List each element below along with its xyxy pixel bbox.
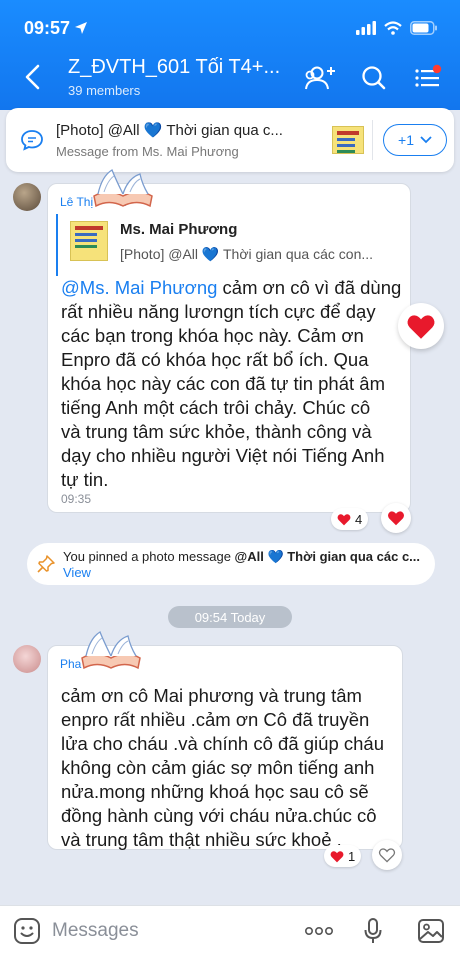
message-line: khóa học này các con đã tự tin phát âm xyxy=(61,373,385,394)
pin-icon xyxy=(37,555,55,573)
chat-bubble-icon xyxy=(21,130,43,151)
message-line: @Ms. Mai Phương cảm ơn cô vì đã dùng xyxy=(61,276,407,300)
menu-list-icon[interactable] xyxy=(410,62,446,94)
heart-icon xyxy=(330,850,344,862)
react-button[interactable] xyxy=(372,840,402,870)
notice-bold: @All 💙 Thời gian qua các c... xyxy=(234,549,421,564)
message-text: @Ms. Mai Phương cảm ơn cô vì đã dùng rất… xyxy=(61,276,407,492)
heart-icon xyxy=(388,511,404,526)
pinned-from: Message from Ms. Mai Phương xyxy=(56,144,239,159)
pinned-message-banner[interactable]: [Photo] @All 💙 Thời gian qua c... Messag… xyxy=(6,108,454,172)
sticker-button[interactable] xyxy=(12,916,42,946)
chevron-down-icon xyxy=(420,136,432,144)
reaction-summary[interactable]: 1 xyxy=(324,845,362,867)
wifi-icon xyxy=(384,21,402,35)
message-line: dạy cho nhiều người Việt nói Tiếng Anh xyxy=(61,445,385,466)
chat-header: 09:57 Z_ĐVTH_601 Tối T4+... 39 members xyxy=(0,0,460,110)
signal-icon xyxy=(356,21,376,35)
divider xyxy=(372,120,373,160)
message-line: cảm ơn cô Mai phương và trung tâm xyxy=(61,685,362,706)
pin-system-notice[interactable]: You pinned a photo message @All 💙 Thời g… xyxy=(27,543,435,585)
more-pinned-button[interactable]: +1 xyxy=(383,124,447,156)
react-button[interactable] xyxy=(381,503,411,533)
message-time: 09:35 xyxy=(61,492,92,506)
reaction-summary[interactable]: 4 xyxy=(331,508,369,530)
message-line: nửa.mong những khoá học sau cô sẽ xyxy=(61,781,369,802)
reaction-count: 4 xyxy=(355,511,363,527)
group-title[interactable]: Z_ĐVTH_601 Tối T4+... xyxy=(68,56,280,79)
more-dots-icon xyxy=(304,926,333,936)
gallery-button[interactable] xyxy=(416,916,446,946)
image-icon xyxy=(418,919,444,943)
mention-link[interactable]: @Ms. Mai Phương xyxy=(61,277,217,298)
heart-outline-icon xyxy=(378,848,396,863)
microphone-icon xyxy=(364,918,382,943)
message-composer: Messages xyxy=(0,905,460,955)
message-bubble[interactable]: Lê Thị n Ms. Mai Phương [Photo] @All 💙 T… xyxy=(47,183,411,513)
member-count[interactable]: 39 members xyxy=(68,83,140,98)
message-input[interactable]: Messages xyxy=(52,920,139,942)
pinned-photo-thumbnail[interactable] xyxy=(332,126,364,154)
message-line: lửa cho cháu .và chính cô đã giúp cháu xyxy=(61,733,384,754)
search-icon[interactable] xyxy=(356,62,392,94)
status-time: 09:57 xyxy=(24,18,88,39)
message-line: enpro rất nhiều .cảm ơn Cô đã truyền xyxy=(61,709,370,730)
heart-reaction-button[interactable] xyxy=(398,303,444,349)
reaction-count: 1 xyxy=(348,848,356,864)
message-line: rất nhiều năng lươngn tích cực để dạy xyxy=(61,301,376,322)
message-line: Enpro đã có khóa học rất bổ ích. Qua xyxy=(61,349,369,370)
message-line: các bạn trong khóa học này. Cảm ơn xyxy=(61,325,364,346)
system-notice-text: You pinned a photo message @All 💙 Thời g… xyxy=(63,549,428,581)
clock-text: 09:57 xyxy=(24,17,71,38)
emoji-icon xyxy=(14,918,40,944)
open-book-icon xyxy=(81,631,141,670)
status-bar: 09:57 xyxy=(24,16,438,40)
voice-record-button[interactable] xyxy=(358,916,388,946)
heart-icon xyxy=(337,513,351,525)
message-bubble[interactable]: Pha cảm ơn cô Mai phương và trung tâm en… xyxy=(47,645,403,850)
quoted-sender: Ms. Mai Phương xyxy=(120,221,238,238)
message-line: đồng hành cùng với cháu nửa.chúc cô xyxy=(61,805,377,826)
quoted-text: [Photo] @All 💙 Thời gian qua các con... xyxy=(120,246,374,262)
battery-icon xyxy=(410,21,437,35)
avatar[interactable] xyxy=(13,183,41,211)
pinned-title: [Photo] @All 💙 Thời gian qua c... xyxy=(56,122,283,139)
quoted-photo-thumbnail xyxy=(70,221,108,261)
date-separator: 09:54 Today xyxy=(168,606,292,628)
view-link[interactable]: View xyxy=(63,565,91,580)
message-line-text: cảm ơn cô vì đã dùng xyxy=(217,277,402,298)
open-book-icon xyxy=(93,169,153,208)
quoted-message[interactable]: Ms. Mai Phương [Photo] @All 💙 Thời gian … xyxy=(56,214,400,276)
location-arrow-icon xyxy=(75,22,88,34)
notice-plain: You pinned a photo message xyxy=(63,549,235,564)
add-member-icon[interactable] xyxy=(302,62,338,94)
avatar[interactable] xyxy=(13,645,41,673)
heart-icon xyxy=(407,314,435,339)
message-line: tiếng Anh một cách trôi chảy. Chúc cô xyxy=(61,397,371,418)
message-line: không còn cảm giác sợ môn tiếng anh xyxy=(61,757,375,778)
back-arrow-icon[interactable] xyxy=(20,62,46,92)
message-line: tự tin. xyxy=(61,469,109,490)
title-bar: Z_ĐVTH_601 Tối T4+... 39 members xyxy=(0,56,460,100)
more-pinned-label: +1 xyxy=(398,132,414,148)
more-options-button[interactable] xyxy=(304,916,334,946)
message-text: cảm ơn cô Mai phương và trung tâm enpro … xyxy=(61,684,399,852)
message-line: và trung tâm sức khỏe, thành công và xyxy=(61,421,372,442)
